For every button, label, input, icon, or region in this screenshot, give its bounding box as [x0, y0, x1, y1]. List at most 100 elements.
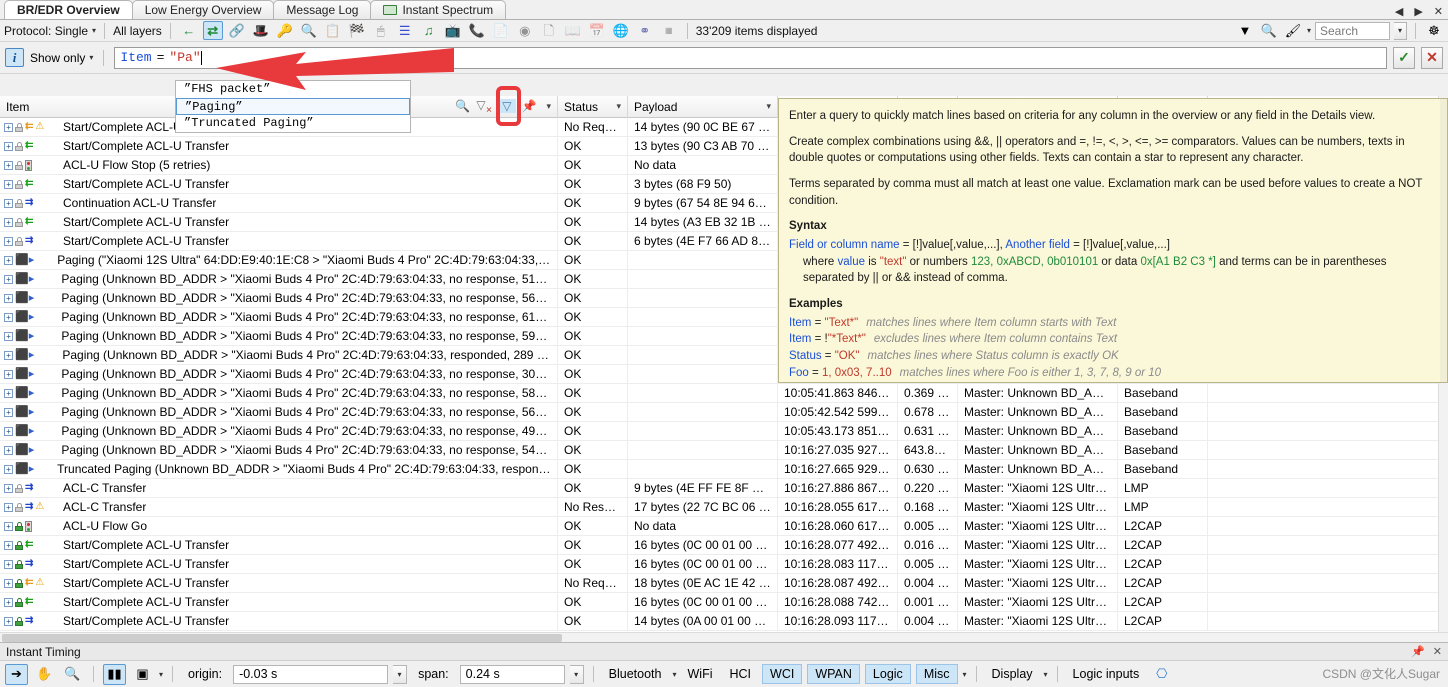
expand-row-icon[interactable]: +: [4, 540, 13, 550]
search-icon[interactable]: 🔍: [1259, 21, 1279, 40]
cell-payload[interactable]: [628, 269, 778, 289]
back-arrow-icon[interactable]: ←: [179, 21, 199, 40]
cell-payload[interactable]: 16 bytes (0C 00 01 00 03 06...: [628, 535, 778, 555]
expand-row-icon[interactable]: +: [4, 274, 13, 284]
table-row[interactable]: + ⇉ Start/Complete ACL-U Transfer OK 16 byte…: [0, 554, 1448, 574]
cell-protocol[interactable]: Baseband: [1118, 459, 1208, 479]
cell-payload[interactable]: [628, 459, 778, 479]
cell-payload[interactable]: [628, 307, 778, 327]
span-chevron-down-icon[interactable]: ▾: [569, 664, 584, 684]
cell-payload[interactable]: 16 bytes (0C 00 01 00 04 07...: [628, 554, 778, 574]
cell-duration[interactable]: 0.004 37...: [898, 611, 958, 631]
filters-chevron-down-icon[interactable]: ▾: [963, 670, 967, 679]
tab-message-log[interactable]: Message Log: [273, 0, 372, 19]
cell-payload[interactable]: 14 bytes (90 0C BE 67 4F C5...: [628, 118, 778, 137]
cell-item[interactable]: + ACL-U Flow Go: [0, 516, 558, 536]
cell-duration[interactable]: 0.005 62...: [898, 554, 958, 574]
filter-logic[interactable]: Logic: [864, 664, 911, 684]
cell-status[interactable]: OK: [558, 364, 628, 384]
table-row[interactable]: + ⬛▸ Truncated Paging (Unknown BD_ADDR > "…: [0, 459, 1448, 479]
cell-protocol[interactable]: L2CAP: [1118, 573, 1208, 593]
cell-payload[interactable]: [628, 402, 778, 422]
cell-protocol[interactable]: L2CAP: [1118, 554, 1208, 574]
expand-row-icon[interactable]: +: [4, 350, 13, 360]
cell-item[interactable]: + ⬛▸ Paging (Unknown BD_ADDR > "Xiaomi Bud…: [0, 383, 558, 403]
cell-status[interactable]: OK: [558, 212, 628, 232]
expand-row-icon[interactable]: +: [4, 616, 13, 626]
close-icon[interactable]: ✕: [1433, 645, 1442, 658]
cell-status[interactable]: OK: [558, 307, 628, 327]
key-icon[interactable]: 🔑: [275, 21, 295, 40]
clear-filter-icon[interactable]: ▽✕: [476, 98, 492, 114]
cell-duration[interactable]: 0.004 37...: [898, 573, 958, 593]
query-input[interactable]: Item = "Pa": [114, 46, 1387, 69]
cell-status[interactable]: OK: [558, 383, 628, 403]
cell-status[interactable]: No Reque...: [558, 573, 628, 593]
search-chevron-down-icon[interactable]: ▾: [1394, 21, 1407, 40]
cell-payload[interactable]: 17 bytes (22 7C BC 06 E6 B2...: [628, 497, 778, 517]
cell-payload[interactable]: [628, 345, 778, 365]
cell-item[interactable]: + ⬛▸ Paging (Unknown BD_ADDR > "Xiaomi Bud…: [0, 288, 558, 308]
link-icon[interactable]: 🔗: [227, 21, 247, 40]
expand-row-icon[interactable]: +: [4, 217, 13, 227]
cell-duration[interactable]: 0.001 25...: [898, 592, 958, 612]
autocomplete-dropdown[interactable]: ”FHS packet” ”Paging” ”Truncated Paging”: [175, 80, 411, 133]
table-row[interactable]: + ⇉ ACL-C Transfer OK 9 bytes (4E FF FE 8F B…: [0, 478, 1448, 498]
expand-row-icon[interactable]: +: [4, 198, 13, 208]
info-icon[interactable]: i: [5, 48, 24, 67]
tab-low-energy-overview[interactable]: Low Energy Overview: [131, 0, 275, 19]
table-row[interactable]: + ⇉ ⚠ ACL-C Transfer No Respo... 17 bytes (22…: [0, 497, 1448, 517]
table-row[interactable]: + ⇇ Start/Complete ACL-U Transfer OK 16 byte…: [0, 592, 1448, 612]
protocol-chevron-down-icon[interactable]: ▾: [92, 26, 96, 35]
expand-row-icon[interactable]: +: [4, 122, 13, 132]
funnel-icon[interactable]: ▼: [1235, 21, 1255, 40]
cell-status[interactable]: OK: [558, 269, 628, 289]
origin-chevron-down-icon[interactable]: ▾: [393, 664, 408, 684]
filter-wci[interactable]: WCI: [762, 664, 803, 684]
cell-time[interactable]: 10:05:43.173 851 400: [778, 421, 898, 441]
column-header-status[interactable]: Status ▾: [558, 95, 628, 118]
origin-input[interactable]: -0.03 s: [233, 664, 389, 684]
protocol-selector-label[interactable]: Protocol: Single: [4, 24, 88, 38]
cell-item[interactable]: + ⇉ Start/Complete ACL-U Transfer: [0, 554, 558, 574]
cell-master[interactable]: Master: "Xiaomi 12S Ultra" 64:DD:E9:...: [958, 611, 1118, 631]
marker-chevron-down-icon[interactable]: ▾: [159, 670, 163, 679]
cell-payload[interactable]: [628, 440, 778, 460]
cell-time[interactable]: 10:16:28.093 117 900: [778, 611, 898, 631]
world-icon[interactable]: 🌐: [611, 21, 631, 40]
copy-icon[interactable]: 📄: [491, 21, 511, 40]
page-icon[interactable]: 🗋: [539, 21, 559, 40]
network-icon[interactable]: ⚭: [635, 21, 655, 40]
cell-status[interactable]: No Reque...: [558, 118, 628, 137]
cell-item[interactable]: + ⇇ Start/Complete ACL-U Transfer: [0, 212, 558, 232]
scrollbar-thumb[interactable]: [2, 634, 562, 642]
protocol-chevron-down-icon[interactable]: ▾: [672, 670, 676, 679]
table-row[interactable]: + ⇇ ⚠ Start/Complete ACL-U Transfer No Reque…: [0, 573, 1448, 593]
filter-misc[interactable]: Misc: [915, 664, 958, 684]
cell-duration[interactable]: 0.631 25...: [898, 421, 958, 441]
cell-item[interactable]: + ⇇ Start/Complete ACL-U Transfer: [0, 136, 558, 156]
cell-protocol[interactable]: LMP: [1118, 478, 1208, 498]
cell-payload[interactable]: 3 bytes (68 F9 50): [628, 174, 778, 194]
cell-item[interactable]: + ⬛▸ Paging (Unknown BD_ADDR > "Xiaomi Bud…: [0, 269, 558, 289]
cell-protocol[interactable]: L2CAP: [1118, 592, 1208, 612]
cell-time[interactable]: 10:16:28.077 492 600: [778, 535, 898, 555]
expand-row-icon[interactable]: +: [4, 255, 13, 265]
expand-row-icon[interactable]: +: [4, 483, 13, 493]
cell-status[interactable]: No Respo...: [558, 497, 628, 517]
expand-row-icon[interactable]: +: [4, 597, 13, 607]
cell-status[interactable]: OK: [558, 611, 628, 631]
cell-item[interactable]: + ACL-U Flow Stop (5 retries): [0, 155, 558, 175]
cell-protocol[interactable]: Baseband: [1118, 440, 1208, 460]
cell-status[interactable]: OK: [558, 440, 628, 460]
expand-row-icon[interactable]: +: [4, 407, 13, 417]
cell-status[interactable]: OK: [558, 554, 628, 574]
cell-payload[interactable]: 9 bytes (4E FF FE 8F BE 78 ...: [628, 478, 778, 498]
checkered-flag-icon[interactable]: 🏁: [347, 21, 367, 40]
cell-duration[interactable]: 643.862 ...: [898, 440, 958, 460]
cell-payload[interactable]: 6 bytes (4E F7 66 AD 89 07): [628, 231, 778, 251]
pin-icon[interactable]: 📌: [522, 99, 537, 113]
table-row[interactable]: + ⬛▸ Paging (Unknown BD_ADDR > "Xiaomi Bud…: [0, 402, 1448, 422]
autocomplete-item-selected[interactable]: ”Paging”: [176, 98, 410, 115]
autocomplete-item[interactable]: ”FHS packet”: [176, 81, 410, 98]
